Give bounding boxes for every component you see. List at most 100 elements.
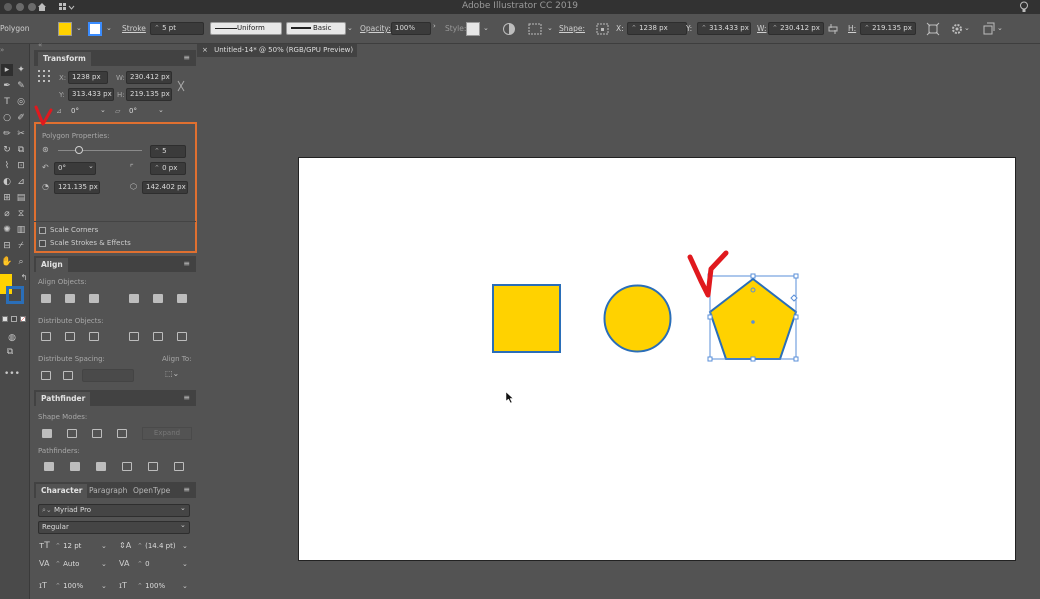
chevron-down-icon[interactable]: ⌄ — [158, 106, 164, 114]
chevron-down-icon[interactable]: ⌄ — [347, 24, 353, 32]
none-mode-icon[interactable] — [20, 316, 26, 322]
opacity-label[interactable]: Opacity: — [360, 22, 391, 36]
distribute-horizontal-space-icon[interactable] — [63, 371, 73, 380]
y-field[interactable]: ⌃ 313.433 px — [697, 22, 751, 35]
spiral-tool-icon[interactable]: ◎ — [15, 96, 27, 108]
leading-field[interactable]: ⌃ (14.4 pt) — [134, 541, 186, 554]
chevron-down-icon[interactable]: ⌄ — [101, 560, 107, 568]
ellipse-tool-icon[interactable]: ○ — [1, 112, 13, 124]
tab-paragraph[interactable]: Paragraph — [85, 484, 131, 498]
polygon-sides-slider-handle[interactable] — [75, 146, 83, 154]
type-tool-icon[interactable]: T — [1, 96, 13, 108]
panel-menu-icon[interactable]: ≡ — [183, 259, 190, 268]
square-shape[interactable] — [492, 284, 561, 353]
transform-h-field[interactable]: 219.135 px — [126, 88, 172, 101]
pen-tool-icon[interactable]: ✒ — [1, 80, 13, 92]
chevron-down-icon[interactable]: ⌄ — [997, 24, 1003, 32]
curvature-tool-icon[interactable]: ✎ — [15, 80, 27, 92]
scale-tool-icon[interactable]: ⧉ — [15, 144, 27, 156]
chevron-down-icon[interactable]: ⌄ — [101, 542, 107, 550]
tab-transform[interactable]: Transform — [38, 52, 91, 66]
distribute-bottom-icon[interactable] — [89, 332, 99, 341]
font-style-field[interactable]: Regular — [38, 521, 190, 534]
artboard-tool-icon[interactable]: ⊟ — [1, 240, 13, 252]
font-family-field[interactable]: ⌕⌄ Myriad Pro — [38, 504, 190, 517]
circle-shape[interactable] — [603, 284, 672, 353]
chevron-down-icon[interactable]: ⌄ — [483, 24, 489, 32]
chevron-down-icon[interactable]: ⌄ — [180, 504, 186, 512]
trim-icon[interactable] — [70, 462, 80, 471]
distribute-vertical-center-icon[interactable] — [65, 332, 75, 341]
align-left-icon[interactable] — [41, 294, 51, 303]
align-to-selection-icon[interactable]: ⬚⌄ — [165, 369, 179, 378]
stroke-swatch[interactable] — [88, 22, 102, 36]
reference-point-icon[interactable] — [38, 70, 50, 82]
align-bottom-icon[interactable] — [177, 294, 187, 303]
fill-swatch[interactable] — [58, 22, 72, 36]
scissors-tool-icon[interactable]: ✂ — [15, 128, 27, 140]
chevron-down-icon[interactable]: ⌄ — [964, 24, 970, 32]
free-transform-tool-icon[interactable]: ⊡ — [15, 160, 27, 172]
corner-radius-field[interactable]: ⌃ 0 px — [150, 162, 186, 175]
panel-menu-icon[interactable]: ≡ — [183, 393, 190, 402]
stroke-label[interactable]: Stroke — [122, 22, 146, 36]
align-horizontal-center-icon[interactable] — [65, 294, 75, 303]
distribute-top-icon[interactable] — [41, 332, 51, 341]
close-tab-icon[interactable]: × — [202, 46, 208, 54]
transform-icon[interactable] — [926, 22, 940, 36]
chevron-down-icon[interactable]: ⌄ — [101, 582, 107, 590]
shape-label[interactable]: Shape: — [559, 22, 585, 36]
tracking-field[interactable]: ⌃ 0 — [134, 559, 186, 572]
tab-pathfinder[interactable]: Pathfinder — [36, 392, 91, 406]
gear-icon[interactable] — [950, 22, 964, 36]
collapse-panels-icon[interactable]: « — [38, 41, 42, 49]
mesh-tool-icon[interactable]: ⊞ — [1, 192, 13, 204]
symbol-sprayer-tool-icon[interactable]: ✺ — [1, 224, 13, 236]
recolor-artwork-icon[interactable] — [502, 22, 516, 36]
chevron-down-icon[interactable]: ⌄ — [88, 162, 94, 170]
screen-mode-icon[interactable]: ⧉ — [4, 346, 16, 358]
chevron-down-icon[interactable]: ⌄ — [106, 24, 112, 32]
warp-tool-icon[interactable]: ⌇ — [1, 160, 13, 172]
rotate-tool-icon[interactable]: ↻ — [1, 144, 13, 156]
distribute-vertical-space-icon[interactable] — [41, 371, 51, 380]
scale-strokes-checkbox[interactable] — [39, 240, 46, 247]
crop-icon[interactable] — [122, 462, 132, 471]
paintbrush-tool-icon[interactable]: ✐ — [15, 112, 27, 124]
minus-back-icon[interactable] — [174, 462, 184, 471]
w-field[interactable]: ⌃ 230.412 px — [768, 22, 824, 35]
tab-align[interactable]: Align — [36, 258, 68, 272]
link-icon[interactable] — [828, 23, 838, 35]
gradient-tool-icon[interactable]: ▤ — [15, 192, 27, 204]
chevron-down-icon[interactable]: ⌄ — [182, 542, 188, 550]
selection-tool-icon[interactable]: ▸ — [1, 64, 13, 76]
expand-button[interactable]: Expand — [142, 427, 192, 440]
drawing-modes-icon[interactable]: ◍ — [6, 332, 18, 344]
blend-tool-icon[interactable]: ⧖ — [15, 208, 27, 220]
color-mode-icon[interactable] — [2, 316, 8, 322]
polygon-radius-field[interactable]: 121.135 px — [54, 181, 100, 194]
pencil-tool-icon[interactable]: ✏ — [1, 128, 13, 140]
h-field[interactable]: ⌃ 219.135 px — [860, 22, 916, 35]
chevron-right-icon[interactable]: › — [433, 22, 436, 30]
merge-icon[interactable] — [96, 462, 106, 471]
zoom-tool-icon[interactable]: ⌕ — [15, 256, 27, 268]
hand-tool-icon[interactable]: ✋ — [1, 256, 13, 268]
chevron-down-icon[interactable]: ⌄ — [182, 560, 188, 568]
magic-wand-tool-icon[interactable]: ✦ — [15, 64, 27, 76]
distribute-right-icon[interactable] — [177, 332, 187, 341]
scale-corners-checkbox[interactable] — [39, 227, 46, 234]
panel-menu-icon[interactable]: ≡ — [183, 485, 190, 494]
align-right-icon[interactable] — [89, 294, 99, 303]
variable-width-profile[interactable]: Uniform — [210, 22, 282, 35]
minus-front-icon[interactable] — [67, 429, 77, 438]
slice-tool-icon[interactable]: ⌿ — [15, 240, 27, 252]
document-tab[interactable]: × Untitled-14* @ 50% (RGB/GPU Preview) — [197, 44, 357, 57]
horizontal-scale-field[interactable]: ⌃ 100% — [134, 581, 186, 594]
align-vertical-center-icon[interactable] — [153, 294, 163, 303]
swap-colors-icon[interactable]: ↰ — [18, 272, 30, 284]
eyedropper-tool-icon[interactable]: ⌀ — [1, 208, 13, 220]
collapse-toolbar-icon[interactable]: » — [0, 46, 4, 54]
exclude-icon[interactable] — [117, 429, 127, 438]
opacity-field[interactable]: 100% — [391, 22, 431, 35]
